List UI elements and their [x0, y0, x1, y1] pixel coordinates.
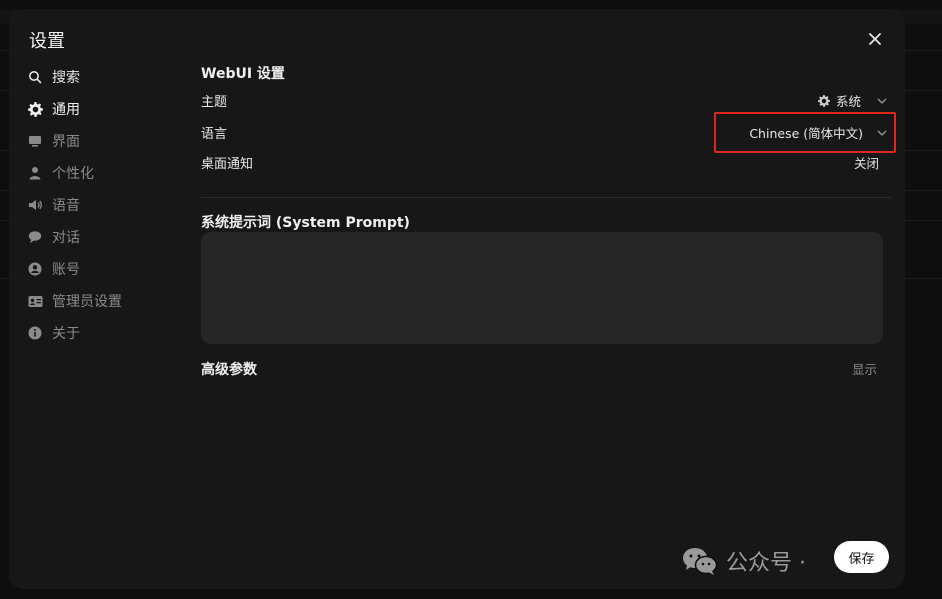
sidebar-item-label: 通用	[52, 102, 80, 118]
theme-label: 主题	[201, 95, 228, 110]
speaker-icon	[27, 197, 43, 213]
gear-icon	[817, 94, 830, 107]
wechat-icon	[683, 548, 718, 575]
close-button[interactable]	[865, 29, 885, 49]
sidebar-item-account[interactable]: 账号	[27, 253, 177, 285]
search-icon	[27, 69, 43, 85]
theme-value: 系统	[835, 94, 861, 109]
sidebar-item-about[interactable]: 关于	[27, 317, 177, 349]
sidebar-item-label: 账号	[52, 262, 80, 278]
system-prompt-title: 系统提示词 (System Prompt)	[201, 215, 410, 231]
notifications-label: 桌面通知	[201, 157, 254, 172]
advanced-params-toggle[interactable]: 显示	[852, 359, 877, 378]
sidebar-item-label: 管理员设置	[52, 294, 122, 310]
notifications-row: 桌面通知 关闭	[201, 150, 891, 174]
notifications-toggle[interactable]: 关闭	[854, 153, 879, 172]
section-divider	[201, 197, 891, 198]
theme-row: 主题 系统	[201, 88, 891, 112]
modal-title: 设置	[29, 31, 65, 52]
settings-sidebar: 搜索 通用 界面 个性化 语音 对话 账号 管理员设置 关于	[27, 61, 177, 349]
section-title: WebUI 设置	[201, 66, 285, 82]
sidebar-item-label: 搜索	[52, 70, 80, 86]
close-icon	[869, 33, 881, 45]
sidebar-item-admin[interactable]: 管理员设置	[27, 285, 177, 317]
sidebar-item-general[interactable]: 通用	[27, 93, 177, 125]
sidebar-item-audio[interactable]: 语音	[27, 189, 177, 221]
advanced-params-title: 高级参数	[201, 362, 257, 378]
watermark-text: 公众号 ·	[726, 551, 806, 576]
sidebar-item-interface[interactable]: 界面	[27, 125, 177, 157]
language-label: 语言	[201, 127, 228, 142]
sidebar-item-search[interactable]: 搜索	[27, 61, 177, 93]
info-icon	[27, 325, 43, 341]
chat-icon	[27, 229, 43, 245]
chevron-down-icon	[877, 98, 887, 104]
sidebar-item-label: 界面	[52, 134, 80, 150]
sidebar-item-chats[interactable]: 对话	[27, 221, 177, 253]
user-icon	[27, 165, 43, 181]
sidebar-item-label: 对话	[52, 230, 80, 246]
account-icon	[27, 261, 43, 277]
sidebar-item-label: 个性化	[52, 166, 94, 182]
settings-modal: 设置 搜索 通用 界面 个性化 语音 对话 账号 管理员设置 关于 WebUI …	[9, 9, 905, 589]
theme-select[interactable]: 系统	[817, 91, 889, 110]
sidebar-item-label: 关于	[52, 326, 80, 342]
monitor-icon	[27, 133, 43, 149]
watermark: 公众号 ·	[682, 545, 806, 577]
save-button[interactable]: 保存	[834, 541, 889, 573]
sidebar-item-label: 语音	[52, 198, 80, 214]
language-highlight-box	[714, 112, 896, 153]
admin-card-icon	[27, 293, 43, 309]
system-prompt-input[interactable]	[201, 232, 883, 344]
gear-icon	[27, 101, 43, 117]
sidebar-item-personalization[interactable]: 个性化	[27, 157, 177, 189]
